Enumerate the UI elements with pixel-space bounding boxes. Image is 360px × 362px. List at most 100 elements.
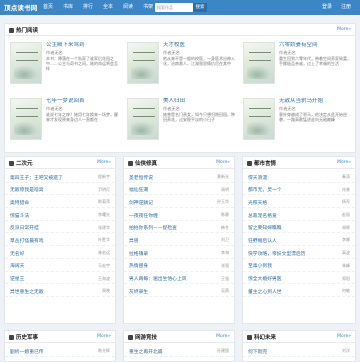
book-title-link[interactable]: 热情替身 bbox=[129, 262, 148, 269]
book-card[interactable]: 六零娇妻有空间 作者无名 重生回到六零年代，带着空间养家致富，手撕极品亲戚，过上… bbox=[243, 42, 353, 86]
list-item[interactable]: 拍拍你系列ーー捉检查 韩冬 bbox=[124, 221, 234, 234]
book-title-link[interactable]: 灰烬录生 bbox=[129, 288, 148, 295]
book-title[interactable]: 美人归田 bbox=[163, 98, 237, 105]
search-button[interactable]: 搜索 bbox=[193, 3, 207, 12]
list-item[interactable]: 男人再每：遍出生悟心上风 王强 bbox=[124, 272, 234, 285]
more-link[interactable]: More» bbox=[216, 160, 230, 165]
book-title-link[interactable]: 草丛打怪最有戏 bbox=[10, 237, 44, 244]
book-title-link[interactable]: 狂野婚后认人 bbox=[248, 237, 277, 244]
list-item[interactable]: 快学攻略，帝妖文型漂后历 高波 bbox=[243, 246, 355, 259]
book-cover[interactable] bbox=[127, 98, 159, 140]
login-link[interactable]: 登录 bbox=[322, 0, 332, 15]
list-item[interactable]: 惊全大婚好男医 郑阳 bbox=[243, 272, 355, 285]
search-input[interactable]: 搜索作品 bbox=[155, 3, 193, 12]
book-title-link[interactable]: 悍天浪漫 bbox=[248, 174, 267, 181]
book-title-link[interactable]: 异兽 bbox=[129, 237, 139, 244]
book-title-link[interactable]: 拍拍你系列ーー捉检查 bbox=[129, 224, 177, 231]
book-title[interactable]: 天才校医 bbox=[163, 42, 237, 49]
book-cover[interactable] bbox=[243, 98, 275, 140]
more-link[interactable]: More» bbox=[97, 160, 111, 165]
list-item[interactable]: 海阔天 马宏宇 bbox=[5, 259, 115, 272]
book-title-link[interactable]: 福仙狂潮 bbox=[129, 186, 148, 193]
book-title-link[interactable]: 异世重生之无敌 bbox=[10, 288, 44, 295]
register-link[interactable]: 注册 bbox=[341, 0, 351, 15]
book-card[interactable]: 七年一梦说回首 作者无名 谁说七年之痒？她用七年换来一场梦，醒来才发现原来身边人… bbox=[10, 98, 120, 142]
list-item[interactable]: 狂野婚后认人 李娜 bbox=[243, 233, 355, 247]
book-title[interactable]: 无敌从当驸马开始 bbox=[279, 98, 353, 105]
book-title-link[interactable]: 无敌惊我是啥窝 bbox=[10, 186, 44, 193]
book-cover[interactable] bbox=[243, 42, 275, 84]
list-item[interactable]: 福仙狂潮 周明 bbox=[124, 183, 234, 196]
list-item[interactable]: 拉格镇录 李海 bbox=[124, 246, 234, 259]
book-title-link[interactable]: 圣老恒传说 bbox=[129, 174, 153, 181]
more-link[interactable]: More» bbox=[97, 334, 111, 339]
book-title-link[interactable]: 快学攻略，帝妖文型漂后历 bbox=[248, 250, 306, 257]
list-item[interactable]: 重生之再开北扁 孙建国 bbox=[124, 344, 234, 357]
book-title-link[interactable]: 剑神逆鳞记 bbox=[129, 199, 153, 206]
nav-home[interactable]: 首页 bbox=[38, 0, 58, 15]
list-item[interactable]: 留之要知嫁瞧瞧 周辉 bbox=[243, 221, 355, 234]
book-card[interactable]: 无敌从当驸马开始 作者无名 意外穿越成了驸马，他决定从此开始逆袭，一路高歌猛进走… bbox=[243, 98, 353, 142]
book-title-link[interactable]: 光照天格 bbox=[248, 199, 267, 206]
list-item[interactable]: 第四王子：王吧又被遗了 程新宇 bbox=[5, 170, 115, 183]
book-cover[interactable] bbox=[127, 42, 159, 84]
book-title-link[interactable]: 第四王子：王吧又被遗了 bbox=[10, 174, 63, 181]
list-item[interactable]: 逆星王 王海波 bbox=[5, 272, 115, 285]
book-card[interactable]: 天才校医 作者无名 他从来不是一般的校医，一身医术出神入化，治病救人，江湖恩怨情… bbox=[127, 42, 237, 86]
list-item[interactable]: 都市无，灵一个 徐勇 bbox=[243, 183, 355, 196]
more-link[interactable]: More» bbox=[337, 334, 351, 339]
book-title-link[interactable]: 逆星王 bbox=[10, 275, 24, 282]
list-item[interactable]: 异世重生之无敌 周晓 bbox=[5, 284, 115, 297]
book-title-link[interactable]: 惊全大婚好男医 bbox=[248, 275, 282, 282]
list-item[interactable]: 至毒小到我 林峰 bbox=[243, 259, 355, 272]
nav-complete[interactable]: 全本 bbox=[98, 0, 118, 15]
list-item[interactable]: 灰烬录生 吴燕 bbox=[124, 284, 234, 297]
book-title-link[interactable]: 一夜夜任你缠 bbox=[129, 212, 158, 219]
book-title[interactable]: 六零娇妻有空间 bbox=[279, 42, 353, 49]
list-item[interactable]: 异兽 刘卫 bbox=[124, 233, 234, 247]
list-item[interactable]: 光照天格 杨军 bbox=[243, 195, 355, 209]
book-title-link[interactable]: 留之要知嫁瞧瞧 bbox=[248, 224, 282, 231]
book-title-link[interactable]: 惊猫斗法 bbox=[10, 212, 29, 219]
book-title-link[interactable]: 奥特猎命 bbox=[10, 199, 29, 206]
more-link[interactable]: More» bbox=[337, 160, 351, 165]
list-item[interactable]: 热情替身 张强 bbox=[124, 259, 234, 272]
nav-ranking[interactable]: 排行 bbox=[78, 0, 98, 15]
list-item[interactable]: 董主之心到人世 何敏 bbox=[243, 284, 355, 297]
site-logo[interactable]: 顶点读书网 bbox=[4, 2, 38, 12]
list-item[interactable]: 剧析一娘重已传 陈光辉 bbox=[5, 344, 115, 357]
list-item[interactable]: 惊猫斗法 李曙光 bbox=[5, 208, 115, 221]
book-title-link[interactable]: 无名好 bbox=[10, 250, 24, 257]
list-item[interactable]: 草丛打怪最有戏 叶胜华 bbox=[5, 233, 115, 247]
list-item[interactable]: 总裁宠名格爱 赵丽 bbox=[243, 208, 355, 221]
book-title-link[interactable]: 何下就完 bbox=[248, 348, 267, 355]
list-item[interactable]: 一夜夜任你缠 陈静 bbox=[124, 208, 234, 221]
book-title-link[interactable]: 董主之心到人世 bbox=[248, 288, 282, 295]
list-item[interactable]: 奥特猎命 陈菊萍 bbox=[5, 195, 115, 209]
more-link[interactable]: More» bbox=[216, 334, 230, 339]
list-item[interactable]: 无名好 林宏远 bbox=[5, 246, 115, 259]
book-card[interactable]: 公主殿下来驾到 作者无名 本书：降落在一个私家了谁家后花园之中……公主与奇书之间… bbox=[10, 42, 120, 86]
nav-library[interactable]: 书库 bbox=[58, 0, 78, 15]
list-item[interactable]: 何下就完 刘洋 bbox=[243, 344, 355, 357]
book-title-link[interactable]: 都市无，灵一个 bbox=[248, 186, 282, 193]
list-item[interactable]: 无敌惊我是啥窝 尹明灯 bbox=[5, 183, 115, 196]
book-title-link[interactable]: 剧析一娘重已传 bbox=[10, 348, 44, 355]
book-cover[interactable] bbox=[10, 98, 42, 140]
book-title-link[interactable]: 总裁宠名格爱 bbox=[248, 212, 277, 219]
list-item[interactable]: 悍天浪漫 秦涛 bbox=[243, 170, 355, 183]
nav-reading[interactable]: 阅读 bbox=[118, 0, 138, 15]
book-title-link[interactable]: 至毒小到我 bbox=[248, 262, 272, 269]
list-item[interactable]: 剑神逆鳞记 孙玉华 bbox=[124, 195, 234, 209]
list-item[interactable]: 圣老恒传说 黄新光 bbox=[124, 170, 234, 183]
more-link[interactable]: More» bbox=[337, 27, 351, 32]
book-title-link[interactable]: 反派日常开挂 bbox=[10, 224, 39, 231]
book-card[interactable]: 美人归田 作者无名 她曾是名门贵女，如今只想归隐田园，种田养花，过安稳平淡的小日… bbox=[127, 98, 237, 142]
book-title[interactable]: 公主殿下来驾到 bbox=[46, 42, 120, 49]
book-title-link[interactable]: 海阔天 bbox=[10, 262, 24, 269]
book-title-link[interactable]: 重生之再开北扁 bbox=[129, 348, 163, 355]
book-title-link[interactable]: 男人再每：遍出生悟心上风 bbox=[129, 275, 187, 282]
book-cover[interactable] bbox=[10, 42, 42, 84]
list-item[interactable]: 反派日常开挂 张建华 bbox=[5, 221, 115, 234]
book-title-link[interactable]: 拉格镇录 bbox=[129, 250, 148, 257]
